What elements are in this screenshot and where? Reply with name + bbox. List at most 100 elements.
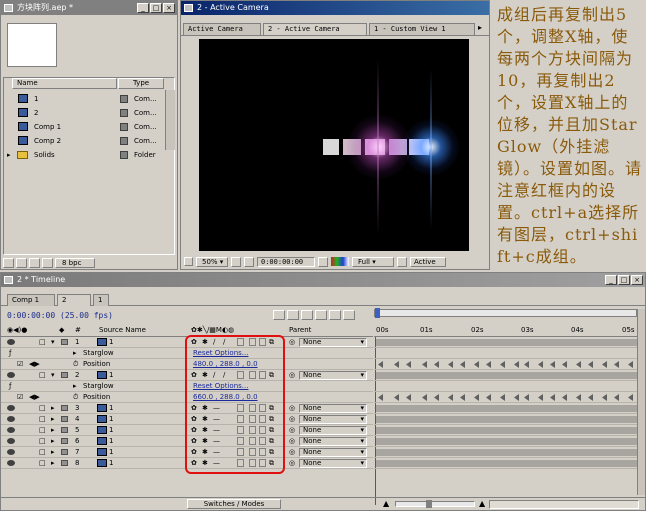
- keyframe-icon[interactable]: [550, 361, 555, 368]
- expand-triangle-icon[interactable]: ▸: [51, 425, 55, 435]
- parent-pickwhip-icon[interactable]: ◎: [289, 447, 295, 457]
- camera-dropdown[interactable]: Active: [410, 256, 446, 267]
- list-item[interactable]: 2 Com...: [4, 106, 174, 120]
- parent-pickwhip-icon[interactable]: ◎: [289, 425, 295, 435]
- parent-pickwhip-icon[interactable]: ◎: [289, 436, 295, 446]
- tab-menu-icon[interactable]: ▸: [478, 23, 482, 32]
- zoom-dropdown[interactable]: 50% ▾: [196, 256, 228, 267]
- lock-box[interactable]: □: [39, 458, 46, 468]
- maximize-button[interactable]: □: [150, 3, 162, 13]
- expand-triangle-icon[interactable]: ▸: [51, 447, 55, 457]
- expand-triangle-icon[interactable]: ▾: [51, 337, 55, 347]
- parent-pickwhip-icon[interactable]: ◎: [289, 337, 295, 347]
- timeline-timecode[interactable]: 0:00:00:00 (25.00 fps): [7, 311, 113, 320]
- list-item[interactable]: ▸ Solids Folder: [4, 148, 174, 162]
- keyframe-icon[interactable]: [422, 394, 427, 401]
- keyframe-icon[interactable]: [500, 361, 505, 368]
- parent-dropdown[interactable]: None ▾: [299, 448, 367, 457]
- keyframe-icon[interactable]: [538, 361, 543, 368]
- new-comp-icon[interactable]: [29, 258, 40, 268]
- keyframe-icon[interactable]: [602, 361, 607, 368]
- keyframe-icon[interactable]: [486, 394, 491, 401]
- lock-box[interactable]: □: [39, 414, 46, 424]
- layer-bar[interactable]: [376, 339, 637, 346]
- tab-2-active-camera[interactable]: 2 - Active Camera: [263, 23, 367, 35]
- draft-3d-icon[interactable]: [301, 310, 313, 320]
- keyframe-icon[interactable]: [524, 394, 529, 401]
- keyframe-icon[interactable]: [538, 394, 543, 401]
- keyframe-icon[interactable]: [422, 361, 427, 368]
- col-type-header[interactable]: Type: [118, 78, 164, 89]
- tab-comp-1[interactable]: Comp 1: [7, 294, 55, 306]
- interpret-footage-icon[interactable]: [3, 258, 14, 268]
- snapshot-icon[interactable]: [318, 256, 328, 267]
- layer-duration-bar[interactable]: [374, 414, 637, 425]
- composition-canvas[interactable]: [199, 39, 469, 251]
- channel-color-icon[interactable]: [331, 257, 349, 266]
- eye-icon[interactable]: [7, 405, 15, 411]
- expand-triangle-icon[interactable]: ▸: [51, 458, 55, 468]
- keyframe-icon[interactable]: [448, 361, 453, 368]
- keyframe-icon[interactable]: [524, 361, 529, 368]
- tab-2[interactable]: 2: [57, 294, 91, 306]
- timeline-titlebar[interactable]: 2 * Timeline _ □ ×: [1, 273, 645, 287]
- keyframe-nav-icon[interactable]: ◀▶: [29, 392, 40, 402]
- time-indicator-head[interactable]: [375, 308, 380, 318]
- brainstorm-icon[interactable]: [343, 310, 355, 320]
- keyframe-icon[interactable]: [614, 394, 619, 401]
- label-color-swatch[interactable]: [61, 460, 68, 466]
- keyframe-icon[interactable]: [588, 361, 593, 368]
- keyframe-icon[interactable]: [394, 394, 399, 401]
- layer-bar[interactable]: [376, 438, 637, 445]
- expand-triangle-icon[interactable]: ▸: [73, 348, 77, 358]
- parent-dropdown[interactable]: None ▾: [299, 415, 367, 424]
- stopwatch-icon[interactable]: ⏱: [73, 359, 78, 369]
- layer-name[interactable]: 1: [109, 458, 113, 468]
- effect-name[interactable]: Starglow: [83, 381, 114, 391]
- layer-duration-bar[interactable]: [374, 403, 637, 414]
- keyframe-icon[interactable]: [614, 361, 619, 368]
- grid-icon[interactable]: [244, 256, 254, 267]
- eye-icon[interactable]: [7, 416, 15, 422]
- keyframe-icon[interactable]: [486, 361, 491, 368]
- list-item[interactable]: 1 Com...: [4, 92, 174, 106]
- keyframe-icon[interactable]: [406, 394, 411, 401]
- live-update-icon[interactable]: [287, 310, 299, 320]
- keyframe-icon[interactable]: [474, 394, 479, 401]
- parent-dropdown[interactable]: None ▾: [299, 459, 367, 468]
- roi-icon[interactable]: [397, 256, 407, 267]
- lock-box[interactable]: □: [39, 436, 46, 446]
- keyframe-icon[interactable]: [514, 361, 519, 368]
- lock-box[interactable]: □: [39, 337, 46, 347]
- effect-name[interactable]: Starglow: [83, 348, 114, 358]
- tab-active-camera[interactable]: Active Camera: [183, 23, 261, 35]
- keyframe-icon[interactable]: [378, 394, 383, 401]
- layer-duration-bar[interactable]: [374, 425, 637, 436]
- vertical-scrollbar[interactable]: [637, 309, 645, 495]
- keyframe-icon[interactable]: [378, 361, 383, 368]
- keyframe-icon[interactable]: [628, 394, 633, 401]
- layer-name[interactable]: 1: [109, 425, 113, 435]
- list-item[interactable]: Comp 1 Com...: [4, 120, 174, 134]
- expand-triangle-icon[interactable]: ▸: [73, 381, 77, 391]
- stopwatch-icon[interactable]: ⏱: [73, 392, 78, 402]
- layer-name[interactable]: 1: [109, 436, 113, 446]
- horizontal-scrollbar[interactable]: [489, 500, 639, 509]
- layer-duration-bar[interactable]: [374, 370, 637, 381]
- layer-duration-bar[interactable]: [374, 348, 637, 359]
- layer-bar[interactable]: [376, 416, 637, 423]
- keyframe-icon[interactable]: [500, 394, 505, 401]
- tab-custom-view[interactable]: 1 - Custom View 1: [369, 23, 475, 35]
- layer-duration-bar[interactable]: [374, 381, 637, 392]
- lock-box[interactable]: □: [39, 370, 46, 380]
- keyframe-icon[interactable]: [576, 394, 581, 401]
- checkbox-checked-icon[interactable]: ☑: [17, 359, 23, 369]
- motion-blur-icon[interactable]: [329, 310, 341, 320]
- list-item[interactable]: Comp 2 Com...: [4, 134, 174, 148]
- keyframe-icon[interactable]: [550, 394, 555, 401]
- layer-bar[interactable]: [376, 449, 637, 456]
- eye-icon[interactable]: [7, 449, 15, 455]
- parent-pickwhip-icon[interactable]: ◎: [289, 414, 295, 424]
- parent-pickwhip-icon[interactable]: ◎: [289, 370, 295, 380]
- expand-triangle-icon[interactable]: ▸: [51, 414, 55, 424]
